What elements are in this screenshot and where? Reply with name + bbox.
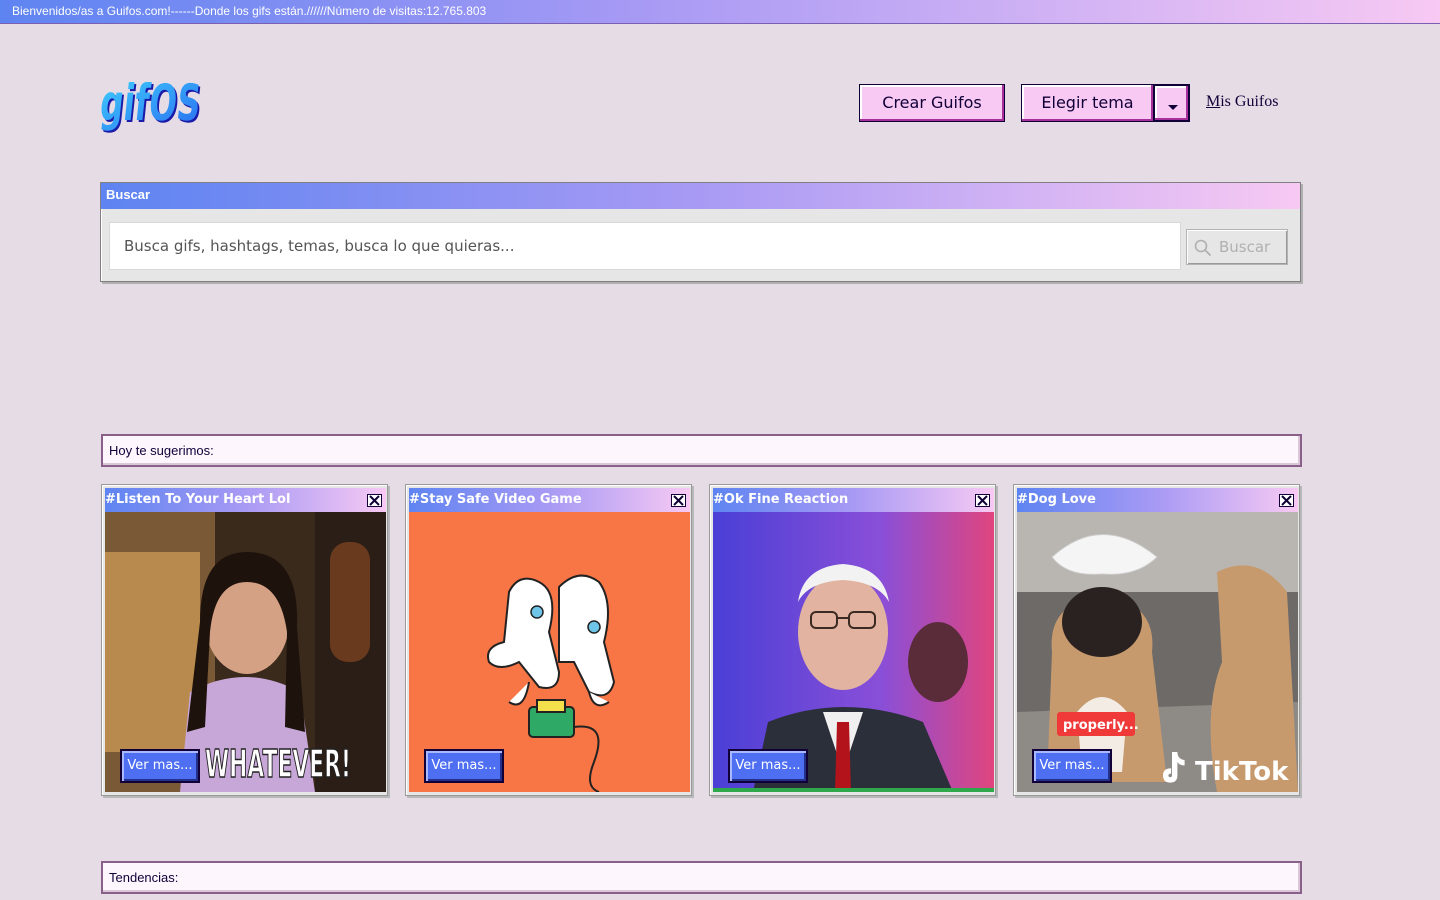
card-title: #Listen To Your Heart Lol [105, 488, 386, 512]
view-more-button[interactable]: Ver mas... [424, 749, 504, 783]
view-more-button[interactable]: Ver mas... [1032, 749, 1112, 783]
gifos-logo[interactable]: gifOS gifOS [97, 70, 205, 134]
card-title: #Dog Love [1017, 488, 1298, 512]
logo-graphic: gifOS gifOS [97, 73, 205, 134]
close-icon[interactable] [975, 494, 990, 507]
close-icon[interactable] [367, 494, 382, 507]
search-button[interactable]: Buscar [1186, 229, 1288, 265]
search-title: Buscar [101, 183, 1300, 209]
search-icon [1194, 239, 1212, 257]
suggestion-card: #Listen To Your Heart Lol WHATEVER! Ver … [101, 484, 388, 796]
trends-title: Tendencias: [101, 861, 1302, 894]
search-panel: Buscar Busca gifs, hashtags, temas, busc… [100, 182, 1301, 282]
suggestion-card: #Dog Love properly... TikTok Ver mas... [1013, 484, 1300, 796]
search-button-label: Buscar [1219, 238, 1271, 256]
create-gifs-button[interactable]: Crear Guifos [859, 84, 1005, 122]
card-title: #Stay Safe Video Game [409, 488, 690, 512]
svg-text:properly...: properly... [1063, 718, 1139, 733]
my-gifs-label: is Guifos [1220, 93, 1279, 110]
chevron-down-icon [1168, 105, 1178, 110]
suggestion-card: #Stay Safe Video Game Ver mas... [405, 484, 692, 796]
close-icon[interactable] [1279, 494, 1294, 507]
search-input[interactable]: Busca gifs, hashtags, temas, busca lo qu… [109, 222, 1181, 270]
view-more-button[interactable]: Ver mas... [120, 749, 200, 783]
card-title: #Ok Fine Reaction [713, 488, 994, 512]
choose-theme-button[interactable]: Elegir tema [1021, 84, 1154, 122]
svg-text:gifOS: gifOS [100, 73, 204, 132]
my-gifs-accesskey: M [1206, 93, 1221, 110]
suggestion-card: #Ok Fine Reaction Ver mas... [709, 484, 996, 796]
suggestions-title: Hoy te sugerimos: [101, 434, 1302, 467]
svg-text:WHATEVER!: WHATEVER! [205, 742, 351, 786]
theme-dropdown-button[interactable] [1153, 84, 1190, 122]
close-icon[interactable] [671, 494, 686, 507]
view-more-button[interactable]: Ver mas... [728, 749, 808, 783]
my-gifs-link[interactable]: Mis Guifos [1206, 93, 1278, 111]
welcome-banner: Bienvenidos/as a Guifos.com!------Donde … [0, 0, 1440, 24]
svg-text:TikTok: TikTok [1195, 757, 1289, 787]
